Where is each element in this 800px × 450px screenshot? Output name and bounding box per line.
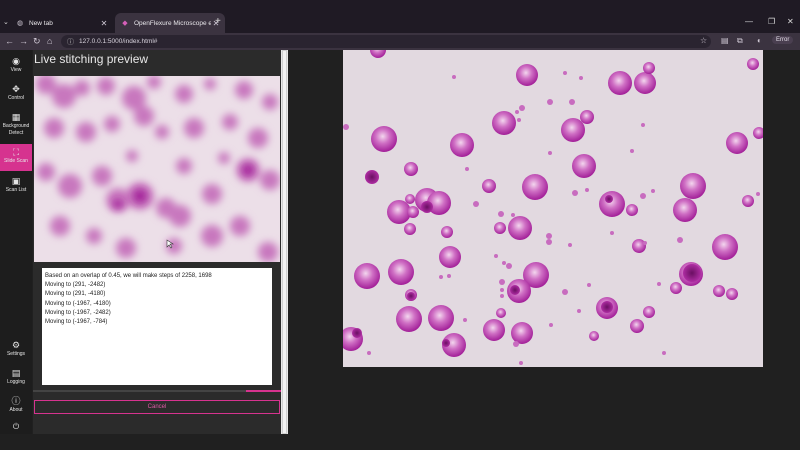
- microscope-image: [343, 50, 763, 367]
- sidebar: ◉ View ✥ Control ▦ Background Detect ⛶ S…: [0, 50, 32, 434]
- url-text: 127.0.0.1:5000/index.html#: [79, 38, 158, 45]
- sidebar-item-background-detect[interactable]: ▦ Background Detect: [0, 112, 32, 140]
- sidebar-item-logging[interactable]: ▤ Logging: [0, 368, 32, 390]
- tab-new-tab[interactable]: ◍ New tab ✕: [10, 14, 113, 32]
- log-line: Moving to (-1967, -4180): [45, 300, 111, 307]
- toolbar: ← → ↻ ⌂ ⓘ 127.0.0.1:5000/index.html# ☆ ▤…: [0, 33, 800, 50]
- maximize-icon[interactable]: ❐: [768, 17, 775, 26]
- log-icon: ▤: [11, 368, 21, 378]
- sidebar-item-label: About: [9, 407, 23, 413]
- sidebar-item-scan-list[interactable]: ▣ Scan List: [0, 176, 32, 198]
- scrollbar[interactable]: [281, 50, 288, 434]
- minimize-icon[interactable]: —: [745, 17, 753, 26]
- sidebar-item-slide-scan[interactable]: ⛶ Slide Scan: [0, 144, 32, 171]
- scan-panel: Live stitching preview Based on an overl…: [33, 50, 281, 434]
- log-line: Moving to (-1967, -784): [45, 319, 108, 326]
- sidebar-item-label: View: [10, 67, 22, 73]
- cells: [343, 50, 763, 357]
- scan-log: Based on an overlap of 0.45, we will mak…: [42, 268, 272, 385]
- gear-icon: ⚙: [11, 340, 21, 350]
- info-icon: ⓘ: [11, 396, 21, 406]
- error-badge[interactable]: Error: [772, 36, 794, 44]
- cancel-button[interactable]: Cancel: [34, 400, 280, 414]
- power-icon[interactable]: ⏻: [0, 422, 32, 432]
- sidebar-item-about[interactable]: ⓘ About: [0, 396, 32, 418]
- sidebar-item-label: Settings: [6, 351, 26, 357]
- star-icon[interactable]: ☆: [700, 36, 707, 45]
- log-line: Moving to (-1967, -2482): [45, 309, 111, 316]
- site-info-icon[interactable]: ⓘ: [67, 37, 74, 47]
- scan-icon: ⛶: [12, 147, 20, 157]
- move-arrows-icon: ✥: [12, 84, 20, 94]
- tab-openflexure[interactable]: ◆ OpenFlexure Microscope eee… ✕: [115, 13, 225, 33]
- sidebar-item-control[interactable]: ✥ Control: [0, 84, 32, 106]
- back-icon[interactable]: ←: [5, 36, 14, 46]
- tab-strip: ⌄ ◍ New tab ✕ ◆ OpenFlexure Microscope e…: [0, 0, 800, 33]
- profile-icon[interactable]: ◐: [757, 36, 762, 45]
- main-view: [288, 50, 800, 434]
- new-tab-icon[interactable]: +: [215, 16, 221, 27]
- reading-list-icon[interactable]: ▤: [721, 36, 729, 45]
- eye-icon: ◉: [12, 56, 20, 66]
- browser-window: ⌄ ◍ New tab ✕ ◆ OpenFlexure Microscope e…: [0, 0, 800, 450]
- log-line: Moving to (291, -4180): [45, 291, 106, 298]
- tab-title: OpenFlexure Microscope eee…: [134, 19, 211, 27]
- app: ◉ View ✥ Control ▦ Background Detect ⛶ S…: [0, 50, 800, 450]
- tab-title: New tab: [29, 19, 53, 27]
- panel-title: Live stitching preview: [34, 52, 149, 66]
- close-icon[interactable]: ✕: [99, 19, 109, 28]
- sidebar-item-view[interactable]: ◉ View: [0, 56, 32, 78]
- scan-progress-bar: [33, 390, 281, 392]
- microscope-image-svg: [343, 50, 763, 365]
- scan-progress-fill: [246, 390, 281, 392]
- globe-icon: ◍: [16, 20, 24, 27]
- forward-icon[interactable]: →: [19, 36, 28, 46]
- openflexure-icon: ◆: [122, 20, 128, 27]
- reload-icon[interactable]: ↻: [33, 36, 41, 47]
- home-icon[interactable]: ⌂: [47, 36, 52, 46]
- sidebar-item-label: Control: [7, 95, 25, 101]
- close-window-icon[interactable]: ✕: [787, 17, 794, 26]
- sidebar-item-settings[interactable]: ⚙ Settings: [0, 340, 32, 362]
- sidebar-item-label: Background Detect: [2, 123, 30, 136]
- stitching-preview-image: [36, 76, 280, 262]
- scrollbar-thumb[interactable]: [282, 50, 287, 434]
- extensions-icon[interactable]: ⧉: [737, 36, 743, 46]
- images-icon: ▣: [11, 176, 21, 186]
- grid-icon: ▦: [11, 112, 21, 122]
- log-line: Moving to (291, -2482): [45, 282, 106, 289]
- stitching-preview: [34, 76, 280, 262]
- sidebar-item-label: Logging: [7, 379, 25, 385]
- sidebar-item-label: Slide Scan: [4, 158, 28, 164]
- address-bar[interactable]: ⓘ 127.0.0.1:5000/index.html#: [61, 35, 711, 48]
- log-line: Based on an overlap of 0.45, we will mak…: [45, 273, 212, 279]
- sidebar-item-label: Scan List: [5, 187, 27, 193]
